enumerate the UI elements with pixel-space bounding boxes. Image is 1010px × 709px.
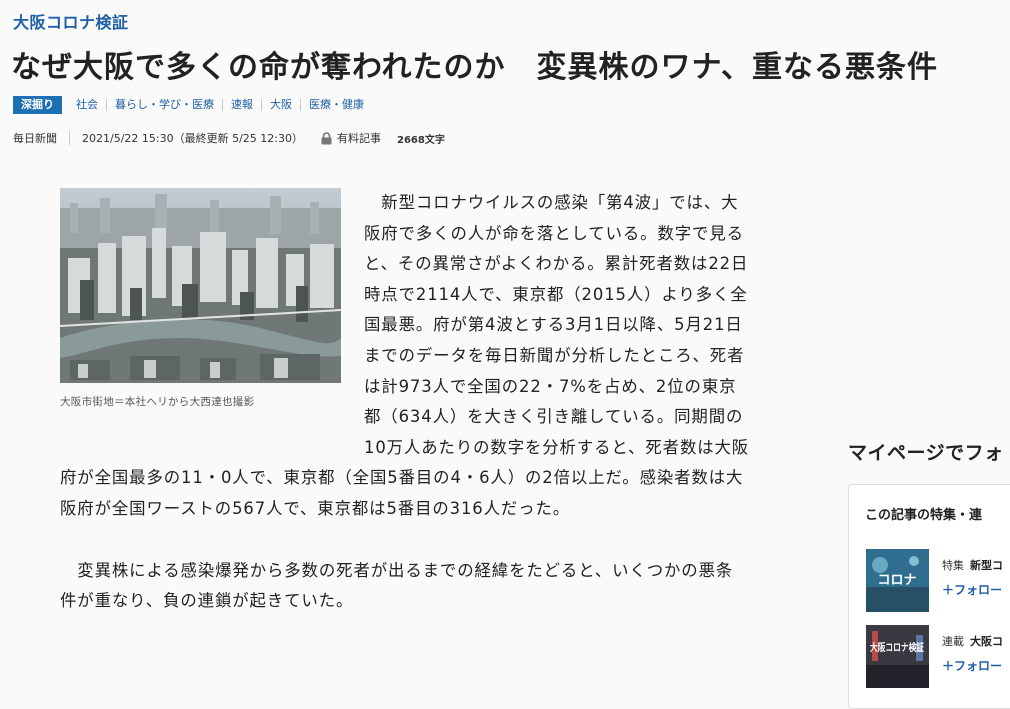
publish-date: 2021/5/22 15:30（最終更新 5/25 12:30） (82, 132, 303, 145)
item-type: 連載 大阪コ (942, 633, 1003, 649)
thumb-label: コロナ (877, 573, 916, 588)
tag-link[interactable]: 医療・健康 (301, 99, 372, 111)
item-type: 特集 新型コ (942, 557, 1003, 573)
item-kind-label: 連載 (942, 635, 964, 648)
follow-button[interactable]: ＋フォロー (942, 581, 1002, 598)
follow-button[interactable]: ＋フォロー (942, 657, 1002, 674)
covid-feature-image: コロナ (866, 549, 929, 612)
item-name[interactable]: 新型コ (970, 559, 1003, 572)
related-item: コロナ 特集 新型コ ＋フォロー (866, 549, 1010, 615)
item-kind-label: 特集 (942, 559, 964, 572)
feature-thumbnail[interactable]: コロナ (866, 549, 929, 612)
osaka-series-image: 大阪コロナ検証 (866, 625, 929, 688)
article-paragraph: 変異株による感染爆発から多数の死者が出るまでの経緯をたどると、いくつかの悪条件が… (60, 560, 734, 611)
series-thumbnail[interactable]: 大阪コロナ検証 (866, 625, 929, 688)
tag-list: 深掘り 社会 暮らし・学び・医療 速報 大阪 医療・健康 (13, 96, 372, 114)
tag-link[interactable]: 暮らし・学び・医療 (107, 99, 223, 111)
related-series-panel: この記事の特集・連 コロナ 特集新型コ ＋フォロー 大阪コロナ検証 (848, 484, 1010, 709)
figure-spacer (60, 188, 364, 463)
article-headline: なぜ大阪で多くの命が奪われたのか 変異株のワナ、重なる悪条件 (11, 50, 938, 85)
char-count: 2668文字 (397, 134, 445, 146)
publisher-name: 毎日新聞 (13, 132, 57, 145)
lock-icon (321, 131, 332, 144)
article-meta: 毎日新聞 2021/5/22 15:30（最終更新 5/25 12:30） 有料… (13, 130, 445, 146)
paid-indicator: 有料記事 (321, 130, 381, 146)
thumb-label: 大阪コロナ検証 (870, 641, 924, 654)
deep-dive-badge[interactable]: 深掘り (13, 96, 62, 114)
series-label[interactable]: 大阪コロナ検証 (13, 9, 129, 33)
item-name[interactable]: 大阪コ (970, 635, 1003, 648)
tag-link[interactable]: 速報 (223, 99, 262, 111)
tag-link[interactable]: 社会 (68, 99, 107, 111)
follow-heading: マイページでフォ (848, 442, 1004, 464)
related-item: 大阪コロナ検証 連載大阪コ ＋フォロー (866, 625, 1010, 691)
tag-link[interactable]: 大阪 (262, 99, 301, 111)
article-body: 新型コロナウイルスの感染「第4波」では、大阪府で多くの人が命を落としている。数字… (60, 188, 750, 617)
divider (69, 131, 70, 145)
panel-title: この記事の特集・連 (865, 508, 983, 523)
paid-label: 有料記事 (337, 132, 381, 145)
